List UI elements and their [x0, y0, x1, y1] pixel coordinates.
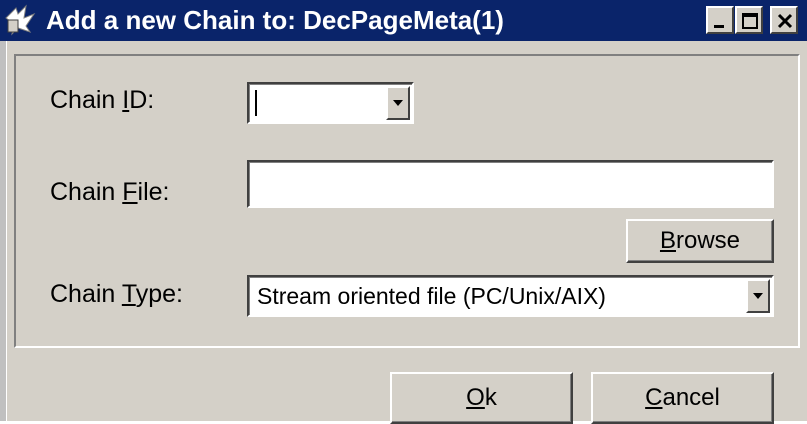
chain-type-label: Chain Type:	[50, 280, 183, 308]
window-title: Add a new Chain to: DecPageMeta(1)	[46, 5, 504, 35]
chain-file-input[interactable]	[247, 160, 774, 208]
text-caret	[255, 90, 257, 116]
minimize-icon	[714, 25, 724, 28]
chevron-down-icon	[753, 293, 763, 299]
chain-type-combobox[interactable]: Stream oriented file (PC/Unix/AIX)	[247, 275, 774, 317]
title-bar[interactable]: Add a new Chain to: DecPageMeta(1)	[0, 0, 807, 41]
maximize-button[interactable]	[735, 6, 763, 34]
chain-id-combobox[interactable]	[247, 82, 414, 124]
maximize-icon	[742, 13, 758, 29]
minimize-button[interactable]	[706, 6, 734, 34]
close-icon	[777, 13, 793, 29]
ok-button[interactable]: Ok	[390, 372, 573, 424]
chain-file-label: Chain File:	[50, 178, 170, 206]
dialog-window: Add a new Chain to: DecPageMeta(1) Chain…	[0, 0, 807, 424]
browse-button[interactable]: Browse	[626, 219, 774, 263]
chain-type-dropdown-button[interactable]	[746, 279, 770, 313]
chain-type-value: Stream oriented file (PC/Unix/AIX)	[257, 282, 606, 309]
close-button[interactable]	[770, 6, 798, 34]
cancel-button[interactable]: Cancel	[591, 372, 774, 424]
chain-id-label: Chain ID:	[50, 86, 155, 114]
window-border	[0, 41, 7, 421]
chain-id-dropdown-button[interactable]	[386, 86, 410, 120]
chevron-down-icon	[393, 100, 403, 106]
app-icon	[5, 4, 36, 36]
